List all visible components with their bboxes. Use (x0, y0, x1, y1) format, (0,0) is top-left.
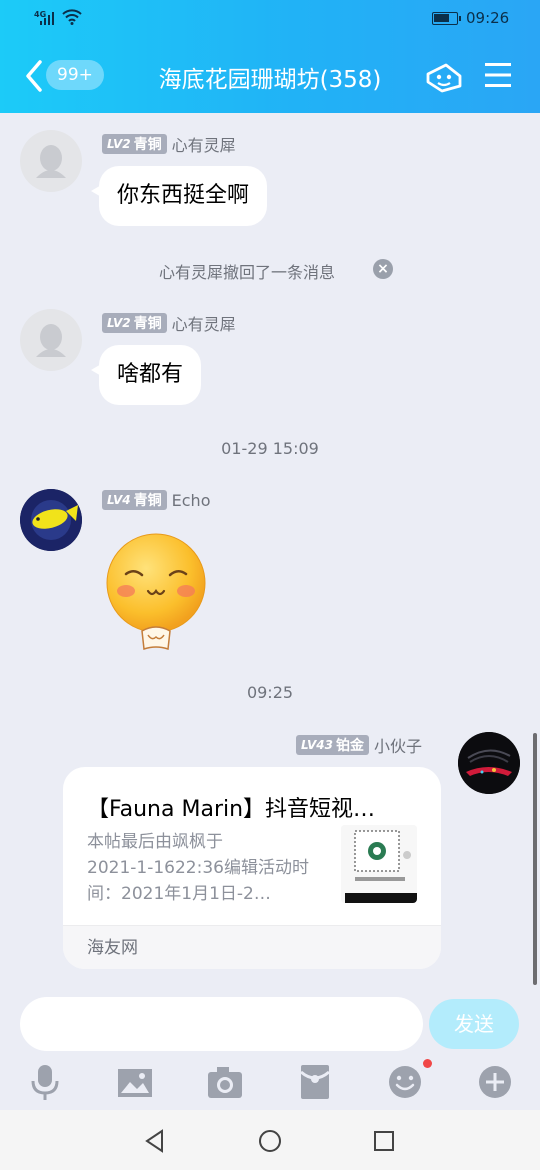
plus-icon[interactable] (475, 1062, 515, 1102)
level-badge: LV43 铂金 (296, 735, 369, 755)
avatar[interactable] (20, 489, 82, 551)
signal-icon (40, 12, 54, 25)
system-nav-bar (0, 1110, 540, 1170)
send-button[interactable]: 发送 (429, 999, 519, 1049)
status-time: 09:26 (466, 9, 510, 27)
sender-meta: LV43 铂金 小伙子 (296, 733, 422, 757)
notification-dot (423, 1059, 432, 1068)
level-badge: LV4 青铜 (102, 490, 167, 510)
default-avatar-icon (36, 324, 66, 357)
avatar[interactable] (20, 309, 82, 371)
shy-face-sticker[interactable] (104, 531, 208, 653)
header-bar: 4G 09:26 99+ 海底花园珊瑚坊(358) (0, 0, 540, 113)
card-description: 本帖最后由飒枫于 2021-1-1622:36编辑活动时 间：2021年1月1日… (87, 832, 309, 904)
qr-code-image (341, 825, 417, 903)
nav-recent-icon[interactable] (369, 1126, 399, 1156)
message-bubble[interactable]: 你东西挺全啊 (90, 166, 268, 226)
card-title: 【Fauna Marin】抖音短视… (87, 797, 376, 822)
card-source: 海友网 (63, 925, 441, 969)
microphone-icon[interactable] (25, 1062, 65, 1102)
camera-icon[interactable] (205, 1062, 245, 1102)
default-avatar-icon (36, 145, 66, 178)
red-packet-icon[interactable] (295, 1062, 335, 1102)
scrollbar[interactable] (533, 733, 537, 985)
close-icon[interactable]: × (373, 259, 393, 279)
nav-back-icon[interactable] (140, 1126, 170, 1156)
level-badge: LV2 青铜 (102, 313, 167, 333)
sender-name[interactable]: Echo (172, 491, 211, 510)
status-bar: 4G 09:26 (0, 0, 540, 38)
battery-icon (432, 12, 461, 25)
nav-home-icon[interactable] (255, 1126, 285, 1156)
avatar[interactable] (20, 130, 82, 192)
self-avatar-image (458, 732, 520, 794)
emoji-icon[interactable] (385, 1062, 425, 1102)
page-title: 海底花园珊瑚坊(358) (158, 67, 382, 93)
menu-icon[interactable] (484, 62, 512, 88)
sender-meta: LV2 青铜 心有灵犀 (102, 311, 236, 335)
sender-name[interactable]: 小伙子 (374, 733, 422, 757)
sender-meta: LV2 青铜 心有灵犀 (102, 132, 236, 156)
image-icon[interactable] (115, 1062, 155, 1102)
message-input[interactable] (20, 997, 423, 1051)
avatar[interactable] (458, 732, 520, 794)
fish-avatar-image (20, 489, 82, 551)
timestamp: 09:25 (246, 683, 294, 702)
sender-name[interactable]: 心有灵犀 (172, 311, 236, 335)
sender-name[interactable]: 心有灵犀 (172, 132, 236, 156)
message-bubble[interactable]: 啥都有 (90, 345, 202, 405)
link-card[interactable]: 【Fauna Marin】抖音短视… 本帖最后由飒枫于 2021-1-1622:… (63, 767, 441, 969)
wifi-icon (62, 9, 82, 25)
group-game-icon[interactable] (424, 60, 464, 94)
unread-badge[interactable]: 99+ (46, 60, 104, 90)
system-message: 心有灵犀撤回了一条消息 (159, 263, 336, 282)
level-badge: LV2 青铜 (102, 134, 167, 154)
timestamp: 01-29 15:09 (221, 439, 319, 458)
sender-meta: LV4 青铜 Echo (102, 490, 210, 510)
